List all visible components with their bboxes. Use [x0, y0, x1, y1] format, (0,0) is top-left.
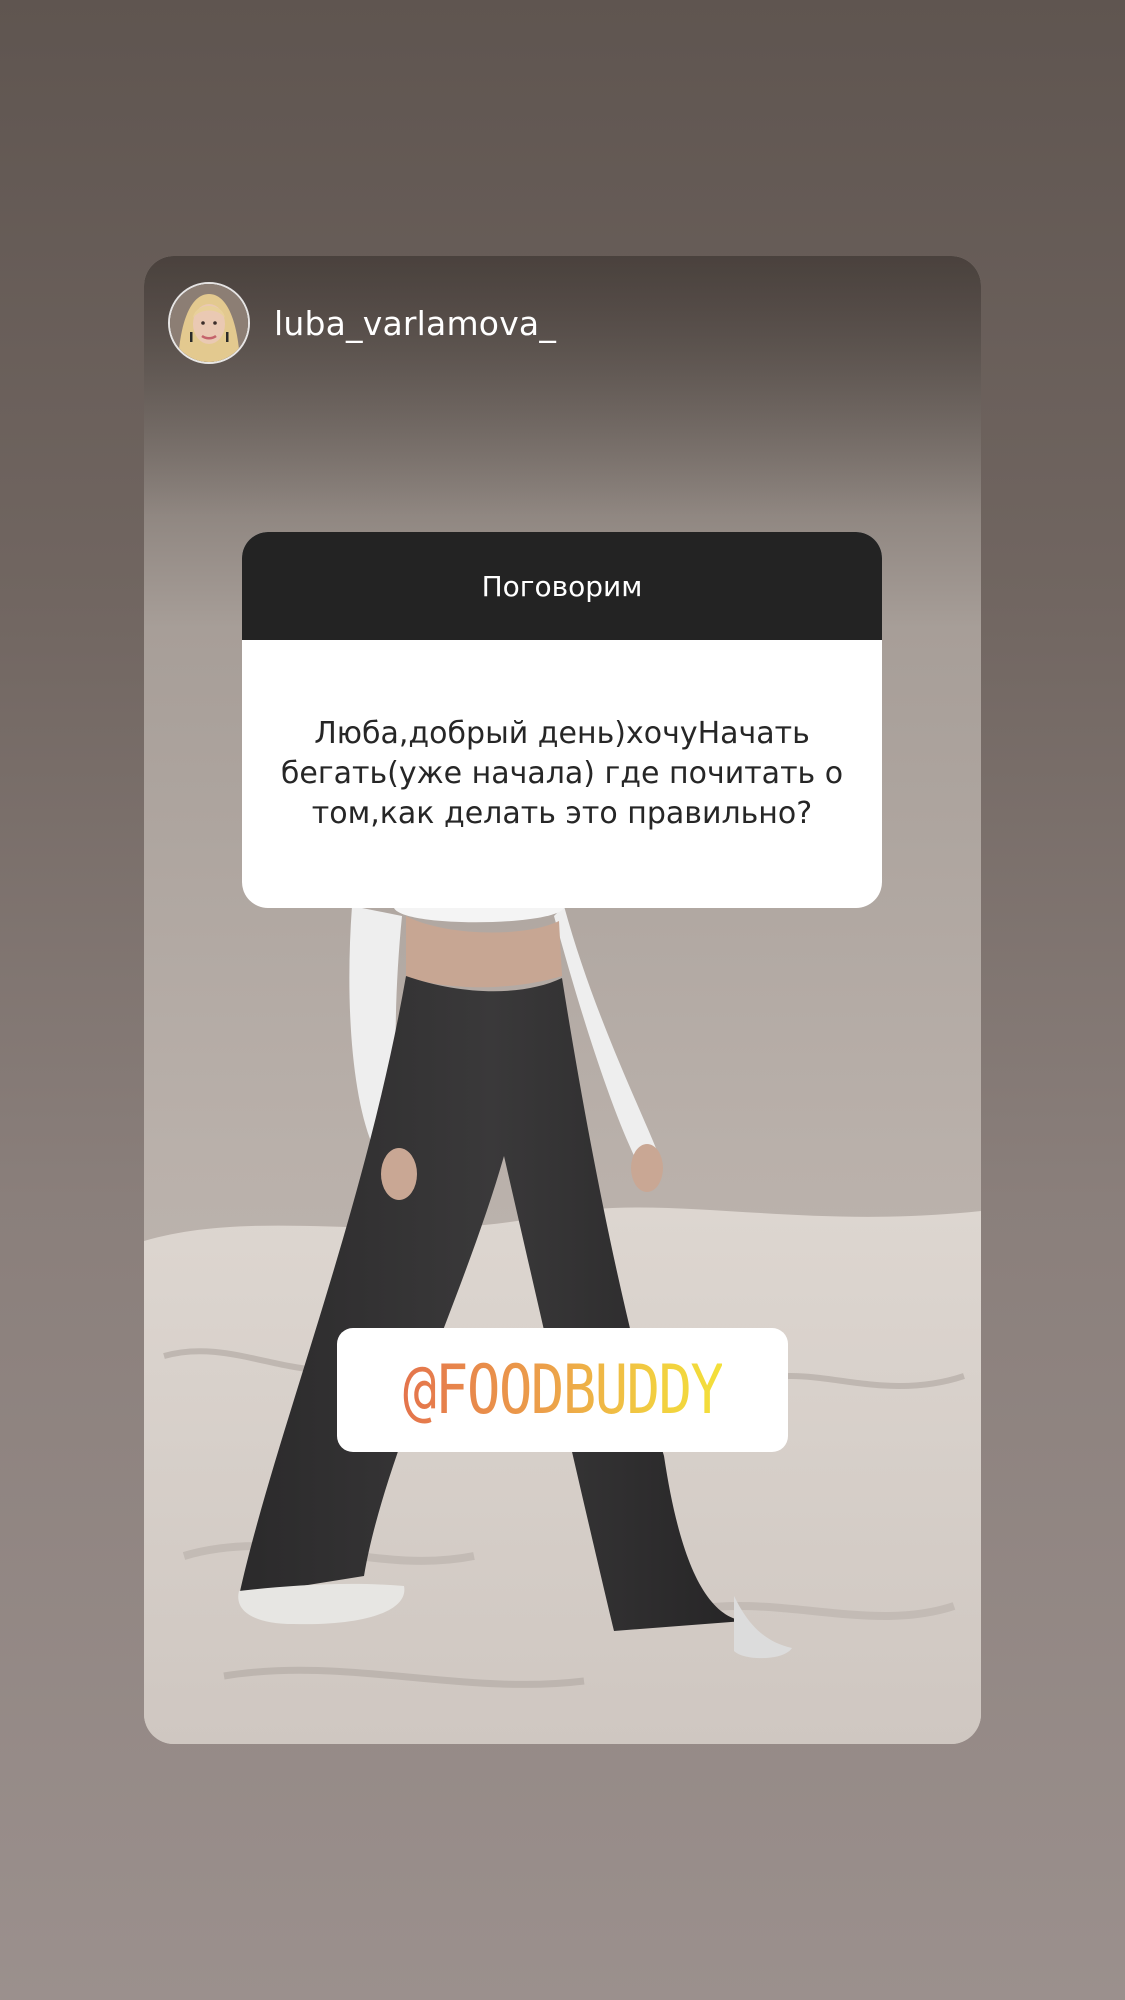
- story-author[interactable]: luba_varlamova_: [168, 280, 556, 366]
- mention-sticker-text[interactable]: @FOODBUDDY: [403, 1351, 724, 1430]
- mention-sticker[interactable]: @FOODBUDDY: [337, 1328, 788, 1452]
- avatar[interactable]: [168, 282, 250, 364]
- profile-photo-icon: [170, 284, 248, 362]
- question-sticker-title: Поговорим: [242, 532, 882, 640]
- story-card[interactable]: luba_varlamova_ Поговорим Люба,добрый де…: [144, 256, 981, 1744]
- username[interactable]: luba_varlamova_: [274, 304, 556, 343]
- question-sticker-text: Люба,добрый день)хочуНачать бегать(уже н…: [280, 716, 844, 831]
- question-sticker[interactable]: Поговорим Люба,добрый день)хочуНачать бе…: [242, 532, 882, 908]
